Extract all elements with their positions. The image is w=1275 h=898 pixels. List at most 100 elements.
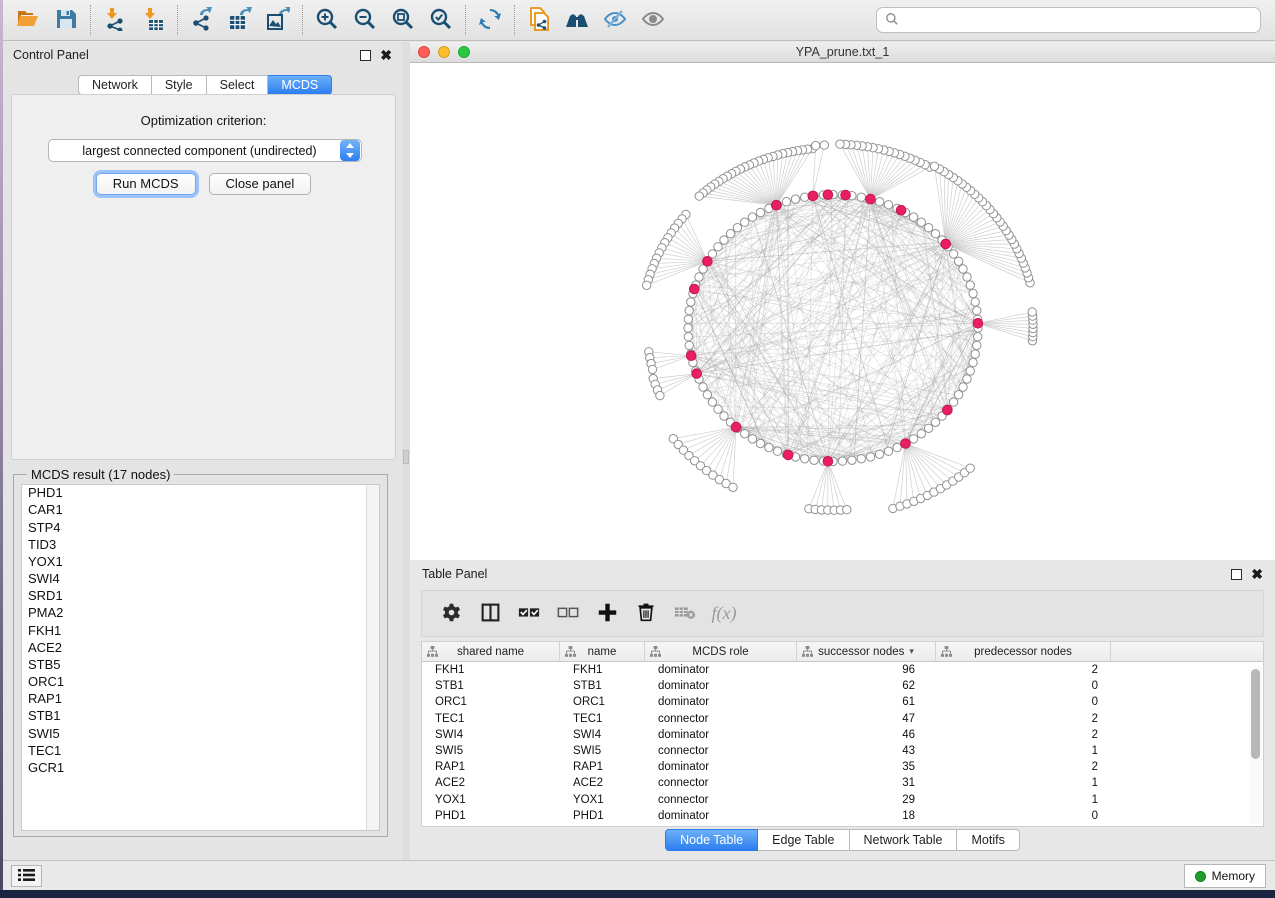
mcds-result-item[interactable]: TEC1 [22,743,379,760]
mcds-result-item[interactable]: CAR1 [22,502,379,519]
hide-edges-button[interactable] [596,3,634,37]
tab-network-table[interactable]: Network Table [850,829,958,851]
tab-select[interactable]: Select [207,75,269,95]
export-network-button[interactable] [183,3,221,37]
attribute-icon [650,646,661,660]
mcds-result-item[interactable]: STP4 [22,519,379,536]
cell-name: ORC1 [560,694,645,710]
tab-edge-table[interactable]: Edge Table [758,829,849,851]
mcds-result-item[interactable]: ORC1 [22,674,379,691]
cell-predecessor-nodes: 2 [936,727,1111,743]
fx-icon: f(x) [712,603,737,624]
table-row[interactable]: TEC1TEC1connector472 [422,711,1263,727]
cell-MCDS-role: dominator [645,727,797,743]
mcds-result-item[interactable]: PHD1 [22,485,379,502]
mcds-result-item[interactable]: SRD1 [22,588,379,605]
gear-icon [441,602,462,626]
open-file-button[interactable] [9,3,47,37]
delete-column-button[interactable] [631,599,661,629]
column-header-shared-name[interactable]: shared name [422,642,560,661]
control-panel: Control Panel ✖ NetworkStyleSelectMCDS O… [3,42,402,860]
dropdown-stepper-icon [340,140,360,161]
close-panel-icon[interactable]: ✖ [380,50,392,61]
table-row[interactable]: SWI4SWI4dominator462 [422,727,1263,743]
mcds-result-item[interactable]: TID3 [22,537,379,554]
vertical-splitter[interactable] [402,42,410,860]
optimization-criterion-dropdown[interactable]: largest connected component (undirected) [48,139,362,162]
export-image-button[interactable] [259,3,297,37]
function-builder-button[interactable]: f(x) [709,599,739,629]
table-row[interactable]: ORC1ORC1dominator610 [422,694,1263,710]
table-row[interactable]: ACE2ACE2connector311 [422,775,1263,791]
zoom-out-button[interactable] [346,3,384,37]
mcds-result-item[interactable]: SWI4 [22,571,379,588]
mcds-result-item[interactable]: SWI5 [22,725,379,742]
zoom-in-button[interactable] [308,3,346,37]
column-header-MCDS-role[interactable]: MCDS role [645,642,797,661]
network-window-titlebar[interactable]: YPA_prune.txt_1 [410,42,1275,63]
mcds-result-item[interactable]: YOX1 [22,554,379,571]
table-row[interactable]: PHD1PHD1dominator180 [422,808,1263,824]
mcds-result-list[interactable]: PHD1CAR1STP4TID3YOX1SWI4SRD1PMA2FKH1ACE2… [21,484,380,831]
refresh-icon [478,7,502,34]
table-scrollbar[interactable] [1249,666,1262,824]
mcds-result-item[interactable]: GCR1 [22,760,379,777]
search-network-button[interactable] [558,3,596,37]
cell-predecessor-nodes: 1 [936,743,1111,759]
search-input[interactable] [905,13,1252,27]
delete-table-button[interactable] [670,599,700,629]
show-columns-button[interactable] [475,599,505,629]
select-all-button[interactable] [514,599,544,629]
mcds-result-item[interactable]: PMA2 [22,605,379,622]
splitter-grip[interactable] [403,450,409,464]
table-settings-button[interactable] [436,599,466,629]
cell-successor-nodes: 29 [797,792,936,808]
table-row[interactable]: YOX1YOX1connector291 [422,792,1263,808]
deselect-all-button[interactable] [553,599,583,629]
tab-mcds[interactable]: MCDS [268,75,332,95]
network-graph[interactable] [410,63,1275,560]
network-view-window: YPA_prune.txt_1 [410,42,1275,560]
network-canvas[interactable] [410,63,1275,560]
clone-network-button[interactable] [520,3,558,37]
column-header-name[interactable]: name [560,642,645,661]
table-row[interactable]: RAP1RAP1dominator352 [422,759,1263,775]
column-header-successor-nodes[interactable]: successor nodes▾ [797,642,936,661]
float-panel-button[interactable] [360,50,371,61]
import-table-button[interactable] [134,3,172,37]
close-table-panel-icon[interactable]: ✖ [1251,569,1263,580]
float-table-panel-button[interactable] [1231,569,1242,580]
control-panel-titlebar: Control Panel ✖ [3,42,402,68]
refresh-button[interactable] [471,3,509,37]
mcds-result-item[interactable]: RAP1 [22,691,379,708]
mcds-result-item[interactable]: FKH1 [22,622,379,639]
mcds-list-scrollbar[interactable] [366,485,379,830]
tab-network[interactable]: Network [78,75,152,95]
tab-motifs[interactable]: Motifs [957,829,1019,851]
cell-name: PHD1 [560,808,645,824]
mcds-result-item[interactable]: STB5 [22,657,379,674]
run-mcds-button[interactable]: Run MCDS [96,173,196,195]
task-history-button[interactable] [11,865,42,887]
table-row[interactable]: SWI5SWI5connector431 [422,743,1263,759]
table-scrollbar-thumb[interactable] [1251,669,1260,759]
column-header-predecessor-nodes[interactable]: predecessor nodes [936,642,1111,661]
import-network-button[interactable] [96,3,134,37]
tab-style[interactable]: Style [152,75,207,95]
export-table-button[interactable] [221,3,259,37]
node-table: shared namenameMCDS rolesuccessor nodes▾… [421,641,1264,827]
memory-button[interactable]: Memory [1184,864,1266,888]
mcds-result-item[interactable]: STB1 [22,708,379,725]
network-search-box[interactable] [876,7,1261,33]
cell-successor-nodes: 61 [797,694,936,710]
zoom-selected-button[interactable] [422,3,460,37]
show-graphics-button[interactable] [634,3,672,37]
tab-node-table[interactable]: Node Table [665,829,758,851]
add-column-button[interactable] [592,599,622,629]
close-panel-button[interactable]: Close panel [209,173,312,195]
save-session-button[interactable] [47,3,85,37]
table-row[interactable]: STB1STB1dominator620 [422,678,1263,694]
mcds-result-item[interactable]: ACE2 [22,640,379,657]
table-row[interactable]: FKH1FKH1dominator962 [422,662,1263,678]
zoom-fit-button[interactable] [384,3,422,37]
